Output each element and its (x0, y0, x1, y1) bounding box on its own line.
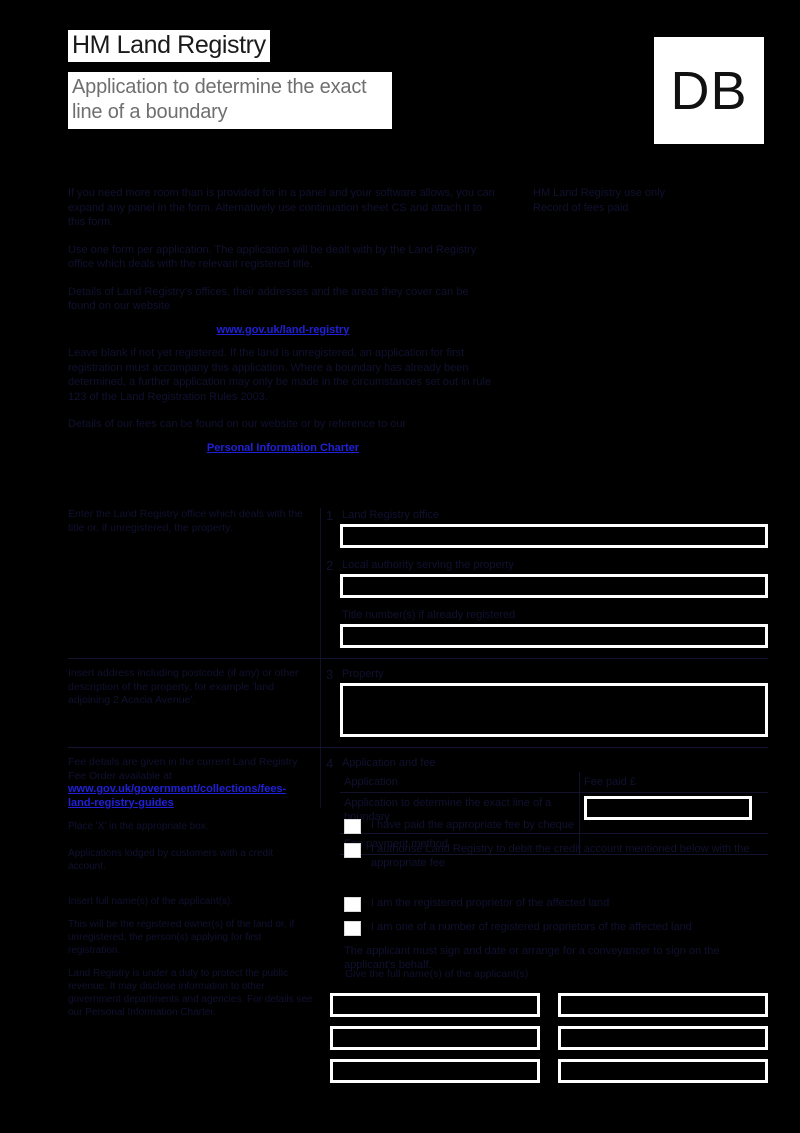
fee-order-note: Fee details are given in the current Lan… (68, 756, 298, 782)
fee-table-header-row: Application Fee paid £ (340, 772, 768, 793)
applicant-options: I am the registered proprietor of the af… (344, 896, 768, 972)
applicant-option-row[interactable]: I am one of a number of registered propr… (344, 920, 768, 936)
intro-right-column: HM Land Registry use only Record of fees… (508, 186, 768, 216)
cheque-checkbox[interactable] (344, 819, 361, 834)
sole-proprietor-checkbox[interactable] (344, 897, 361, 912)
intro-left-column: If you need more room than is provided f… (68, 186, 498, 457)
local-authority-input[interactable] (340, 574, 768, 598)
page-title-text: Application to determine the exact line … (72, 76, 367, 123)
panel-separator (68, 658, 768, 659)
form-page: HM Land Registry Application to determin… (0, 0, 800, 1133)
applicant-side-note-1: This will be the registered owner(s) of … (68, 919, 295, 956)
panel-2: 2 Local authority serving the property T… (68, 558, 768, 648)
payment-option-row[interactable]: I authorise Land Registry to debit the c… (344, 842, 768, 870)
applicant-name-input[interactable] (558, 1059, 768, 1083)
applicant-sidenotes: Insert full name(s) of the applicant(s).… (68, 895, 313, 1029)
personal-information-charter-link[interactable]: Personal Information Charter (207, 442, 359, 454)
intro-link-row: www.gov.uk/land-registry (68, 323, 498, 338)
land-registry-office-label: Land Registry office (342, 509, 440, 521)
fee-amount-input[interactable] (584, 796, 752, 820)
intro-para-4: Leave blank if not yet registered. If th… (68, 347, 492, 403)
page-title: Application to determine the exact line … (68, 72, 392, 129)
panel-1-body: Land Registry office (340, 508, 768, 548)
bottom-grid-note: Give the full name(s) of the applicant(s… (345, 968, 529, 980)
brand-name: HM Land Registry (68, 30, 270, 62)
form-code-badge: DB (654, 37, 764, 144)
applicant-name-input[interactable] (558, 993, 768, 1017)
panel-3: Insert address including postcode (if an… (68, 667, 768, 737)
intro-para-5: Details of our fees can be found on our … (68, 418, 407, 430)
applicant-name-input[interactable] (558, 1026, 768, 1050)
form-code-text: DB (670, 60, 748, 121)
fees-guides-link[interactable]: www.gov.uk/government/collections/fees-l… (68, 783, 286, 809)
applicant-name-input[interactable] (330, 993, 540, 1017)
payment-sidenote-1: Place 'X' in the appropriate box. (68, 821, 209, 832)
panel-1-sidenote: Enter the Land Registry office which dea… (68, 508, 304, 534)
credit-account-checkbox[interactable] (344, 843, 361, 858)
panels-section: Enter the Land Registry office which dea… (68, 508, 768, 855)
payment-sidenote-2: Applications lodged by customers with a … (68, 848, 274, 872)
charter-link-row: Personal Information Charter (68, 441, 498, 456)
joint-proprietor-checkbox[interactable] (344, 921, 361, 936)
applicant-name-grid (330, 993, 768, 1083)
applicant-side-heading: Insert full name(s) of the applicant(s). (68, 896, 234, 907)
local-authority-label: Local authority serving the property (342, 559, 514, 571)
sole-proprietor-label: I am the registered proprietor of the af… (371, 897, 610, 909)
joint-proprietor-label: I am one of a number of registered propr… (371, 921, 692, 933)
payment-options: I have paid the appropriate fee by chequ… (344, 818, 768, 878)
land-registry-website-link[interactable]: www.gov.uk/land-registry (217, 324, 350, 336)
title-number-label: Title number(s) if already registered (342, 609, 516, 621)
intro-para-1: If you need more room than is provided f… (68, 187, 495, 228)
property-label: Property (342, 668, 384, 680)
land-registry-office-input[interactable] (340, 524, 768, 548)
property-input[interactable] (340, 683, 768, 737)
brand-bar: HM Land Registry (68, 30, 270, 62)
fee-table-col-fee-paid: Fee paid £ (579, 772, 768, 793)
panel-3-body: Property (340, 667, 768, 737)
panel-4-sidenote: Fee details are given in the current Lan… (68, 756, 308, 810)
fee-table-col-application: Application (340, 772, 580, 793)
intro-para-3: Details of Land Registry's offices, thei… (68, 285, 469, 313)
panel-separator-2 (68, 747, 768, 748)
cheque-option-label: I have paid the appropriate fee by chequ… (371, 819, 575, 831)
intro-para-2: Use one form per application. The applic… (68, 243, 477, 271)
application-fee-title: Application and fee (342, 757, 436, 769)
panel-1: Enter the Land Registry office which dea… (68, 508, 768, 548)
title-number-input[interactable] (340, 624, 768, 648)
applicant-side-note-2: Land Registry is under a duty to protect… (68, 968, 313, 1018)
hmlr-use-only-subtitle: Record of fees paid (533, 202, 629, 214)
payment-option-row[interactable]: I have paid the appropriate fee by chequ… (344, 818, 768, 834)
payment-sidenotes: Place 'X' in the appropriate box. Applic… (68, 820, 313, 873)
credit-account-option-label: I authorise Land Registry to debit the c… (371, 843, 750, 869)
panel-3-sidenote: Insert address including postcode (if an… (68, 667, 299, 706)
applicant-name-input[interactable] (330, 1026, 540, 1050)
hmlr-use-only-title: HM Land Registry use only (533, 187, 666, 199)
applicant-name-input[interactable] (330, 1059, 540, 1083)
applicant-option-row[interactable]: I am the registered proprietor of the af… (344, 896, 768, 912)
panel-2-body: Local authority serving the property Tit… (340, 558, 768, 648)
